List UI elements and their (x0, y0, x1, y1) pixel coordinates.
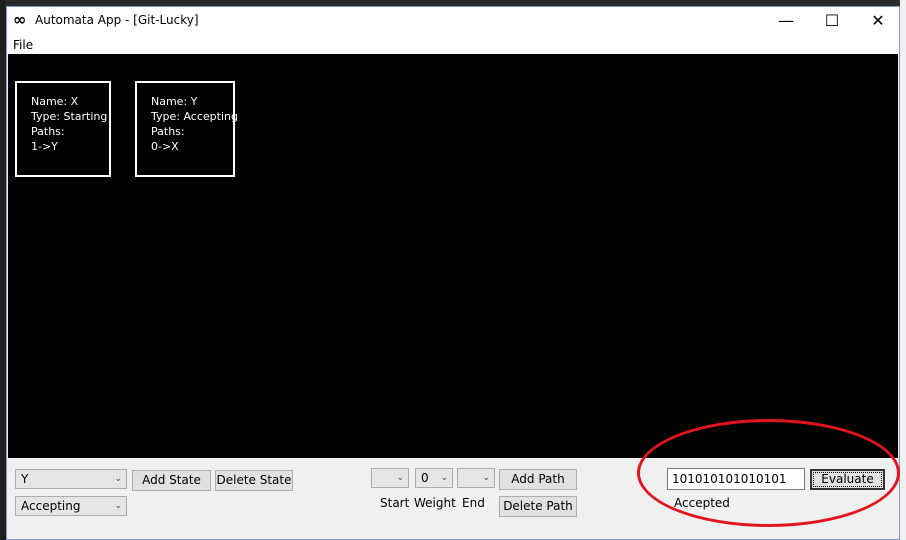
state-type: Type: Starting (31, 110, 108, 123)
automata-canvas[interactable]: Name: X Type: Starting Paths: 1->Y Name:… (8, 54, 898, 458)
menu-file[interactable]: File (13, 38, 33, 52)
menu-bar: File (7, 35, 899, 54)
state-select-value: Y (21, 472, 29, 486)
state-card-y[interactable]: Name: Y Type: Accepting Paths: 0->X (135, 81, 238, 177)
evaluate-input[interactable]: 101010101010101 (667, 468, 805, 490)
infinity-icon: ∞ (13, 10, 27, 29)
chevron-down-icon: ⌄ (114, 501, 122, 511)
evaluate-button[interactable]: Evaluate (810, 469, 885, 490)
chevron-down-icon: ⌄ (482, 473, 490, 483)
path-start-select[interactable]: ⌄ (371, 468, 409, 488)
path-weight-select[interactable]: 0 ⌄ (415, 468, 453, 488)
path-end-label: End (462, 496, 485, 510)
focus-rect (813, 472, 882, 487)
app-window: ∞ Automata App - [Git-Lucky] — ☐ ✕ File … (6, 6, 900, 540)
state-type-select-value: Accepting (21, 499, 81, 513)
chevron-down-icon: ⌄ (114, 474, 122, 484)
state-name: Name: Y (151, 95, 198, 108)
state-type: Type: Accepting (151, 110, 238, 123)
path-weight-select-value: 0 (421, 471, 429, 485)
state-paths-label: Paths: (151, 125, 185, 138)
state-type-select[interactable]: Accepting ⌄ (15, 496, 127, 516)
background-right (900, 0, 906, 540)
state-path: 1->Y (31, 140, 58, 153)
state-name: Name: X (31, 95, 79, 108)
window-title: Automata App - [Git-Lucky] (35, 13, 199, 27)
path-end-select[interactable]: ⌄ (457, 468, 495, 488)
path-weight-label: Weight (414, 496, 456, 510)
add-path-button[interactable]: Add Path (499, 469, 577, 490)
state-path: 0->X (151, 140, 179, 153)
chevron-down-icon: ⌄ (440, 473, 448, 483)
minimize-button[interactable]: — (763, 7, 809, 35)
state-card-x[interactable]: Name: X Type: Starting Paths: 1->Y (15, 81, 111, 177)
close-button[interactable]: ✕ (855, 7, 899, 35)
state-paths-label: Paths: (31, 125, 65, 138)
maximize-button[interactable]: ☐ (809, 7, 855, 35)
path-start-label: Start (380, 496, 410, 510)
state-select[interactable]: Y ⌄ (15, 469, 127, 489)
title-bar: ∞ Automata App - [Git-Lucky] — ☐ ✕ (7, 7, 899, 35)
chevron-down-icon: ⌄ (396, 473, 404, 483)
add-state-button[interactable]: Add State (132, 470, 211, 491)
delete-state-button[interactable]: Delete State (215, 470, 293, 491)
evaluate-result: Accepted (674, 496, 730, 510)
delete-path-button[interactable]: Delete Path (499, 496, 577, 517)
